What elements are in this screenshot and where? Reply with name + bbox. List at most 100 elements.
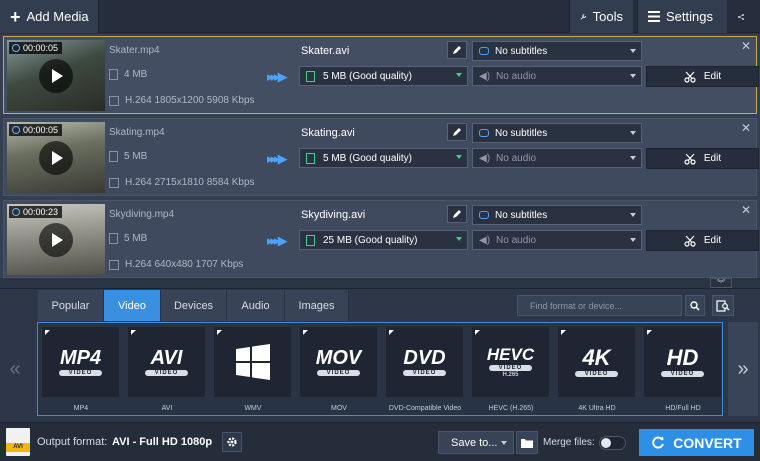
pencil-icon xyxy=(453,128,461,136)
duration-badge: 00:00:23 xyxy=(9,206,63,218)
format-tile-avi[interactable]: AVI VIDEO AVI xyxy=(128,327,206,415)
merge-files-toggle[interactable] xyxy=(599,436,626,450)
detect-device-button[interactable] xyxy=(712,295,734,316)
merge-files-label: Merge files: xyxy=(543,437,595,448)
format-tile-wmv[interactable]: WMV xyxy=(214,327,292,415)
tools-button[interactable]: Tools xyxy=(569,0,633,33)
play-icon[interactable] xyxy=(39,141,73,175)
file-item[interactable]: 00:00:05 Skating.mp4 5 MB H.264 2715x181… xyxy=(3,118,759,196)
file-item[interactable]: 00:00:05 Skater.mp4 4 MB H.264 1805x1200… xyxy=(3,36,759,114)
source-file-info: H.264 2715x1810 8584 Kbps xyxy=(109,177,255,188)
audio-dropdown[interactable]: ◀) No audio xyxy=(472,230,642,250)
edit-button[interactable]: Edit xyxy=(646,148,759,169)
clock-icon xyxy=(12,44,20,52)
dvd-logo-icon: DVD xyxy=(403,347,446,369)
output-size-dropdown[interactable]: 25 MB (Good quality) xyxy=(299,230,468,250)
settings-label: Settings xyxy=(666,9,713,24)
rename-button[interactable] xyxy=(447,123,467,141)
file-icon xyxy=(109,69,118,80)
rename-button[interactable] xyxy=(447,41,467,59)
format-label: 4K Ultra HD xyxy=(578,405,616,412)
output-size-dropdown[interactable]: 5 MB (Good quality) xyxy=(299,148,468,168)
subtitles-dropdown[interactable]: No subtitles xyxy=(472,123,642,143)
format-tile-hevc[interactable]: HEVC VIDEO H.265 HEVC (H.265) xyxy=(472,327,550,415)
output-file-name[interactable]: Skating.avi xyxy=(301,127,355,139)
scissors-icon xyxy=(684,71,696,83)
search-button[interactable] xyxy=(685,295,705,316)
add-media-button[interactable]: + Add Media xyxy=(0,0,99,33)
folder-icon xyxy=(521,438,533,448)
chevron-down-icon xyxy=(630,49,636,53)
document-icon xyxy=(306,70,315,82)
source-file-name: Skater.mp4 xyxy=(109,45,160,56)
convert-button[interactable]: CONVERT xyxy=(639,429,754,456)
audio-dropdown[interactable]: ◀) No audio xyxy=(472,148,642,168)
chevron-down-icon xyxy=(630,238,636,242)
source-file-size: 5 MB xyxy=(109,233,147,244)
tab-popular[interactable]: Popular xyxy=(38,290,104,321)
settings-button[interactable]: Settings xyxy=(637,0,727,33)
film-icon xyxy=(109,177,119,188)
format-tile-dvd[interactable]: DVD VIDEO DVD-Compatible Video xyxy=(386,327,464,415)
rename-button[interactable] xyxy=(447,205,467,223)
video-thumbnail[interactable]: 00:00:23 xyxy=(7,204,105,275)
file-icon xyxy=(109,233,118,244)
format-panel: Popular Video Devices Audio Images Find … xyxy=(0,288,760,422)
format-settings-button[interactable] xyxy=(222,432,242,452)
format-tile-mov[interactable]: MOV VIDEO MOV xyxy=(300,327,378,415)
avi-file-icon: AVI xyxy=(6,428,30,456)
output-format-value: AVI - Full HD 1080p xyxy=(112,436,213,448)
output-file-name[interactable]: Skydiving.avi xyxy=(301,209,365,221)
play-icon[interactable] xyxy=(39,59,73,93)
output-format-label: Output format: xyxy=(37,436,108,448)
pencil-icon xyxy=(453,210,461,218)
tab-images[interactable]: Images xyxy=(285,290,349,321)
source-file-name: Skating.mp4 xyxy=(109,127,165,138)
source-file-name: Skydiving.mp4 xyxy=(109,209,175,220)
windows-logo-icon xyxy=(235,344,270,380)
format-tile-hd[interactable]: HD VIDEO HD/Full HD xyxy=(644,327,722,415)
speech-bubble-icon xyxy=(479,211,489,219)
video-thumbnail[interactable]: 00:00:05 xyxy=(7,40,105,111)
format-tile-mp4[interactable]: MP4 VIDEO MP4 xyxy=(42,327,120,415)
gear-icon xyxy=(227,437,237,447)
format-tile-4k[interactable]: 4K VIDEO 4K Ultra HD xyxy=(558,327,636,415)
edit-button[interactable]: Edit xyxy=(646,66,759,87)
edit-button[interactable]: Edit xyxy=(646,230,759,251)
save-to-dropdown[interactable]: Save to... xyxy=(438,431,514,454)
tab-audio[interactable]: Audio xyxy=(227,290,285,321)
collapse-panel-button[interactable]: ︾ xyxy=(710,278,732,288)
chevron-down-icon xyxy=(456,155,462,159)
tab-video[interactable]: Video xyxy=(104,290,161,321)
file-item[interactable]: 00:00:23 Skydiving.mp4 5 MB H.264 640x48… xyxy=(3,200,759,278)
convert-arrow-icon: ▸▸▸▶ xyxy=(267,151,288,166)
speech-bubble-icon xyxy=(479,47,489,55)
duration-badge: 00:00:05 xyxy=(9,124,63,136)
clock-icon xyxy=(12,126,20,134)
video-thumbnail[interactable]: 00:00:05 xyxy=(7,122,105,193)
chevron-down-icon xyxy=(630,213,636,217)
output-size-dropdown[interactable]: 5 MB (Good quality) xyxy=(299,66,468,86)
subtitles-dropdown[interactable]: No subtitles xyxy=(472,205,642,225)
close-icon[interactable]: ✕ xyxy=(741,121,751,135)
output-file-name[interactable]: Skater.avi xyxy=(301,45,349,57)
mp4-logo-icon: MP4 xyxy=(59,347,102,369)
chevron-down-icon xyxy=(630,156,636,160)
tools-label: Tools xyxy=(592,9,623,24)
audio-dropdown[interactable]: ◀) No audio xyxy=(472,66,642,86)
speech-bubble-icon xyxy=(479,129,489,137)
subtitles-dropdown[interactable]: No subtitles xyxy=(472,41,642,61)
close-icon[interactable]: ✕ xyxy=(741,203,751,217)
open-folder-button[interactable] xyxy=(516,431,538,454)
share-button[interactable] xyxy=(728,0,760,33)
format-label: MOV xyxy=(331,405,347,412)
format-search-input[interactable]: Find format or device... xyxy=(517,295,682,316)
play-icon[interactable] xyxy=(39,223,73,257)
source-file-size: 4 MB xyxy=(109,69,147,80)
format-label: WMV xyxy=(244,405,262,412)
tab-devices[interactable]: Devices xyxy=(161,290,227,321)
share-icon xyxy=(738,13,744,20)
close-icon[interactable]: ✕ xyxy=(741,39,751,53)
formats-scroll-right-button[interactable]: » xyxy=(728,322,758,416)
formats-scroll-left-button[interactable]: « xyxy=(4,322,26,416)
